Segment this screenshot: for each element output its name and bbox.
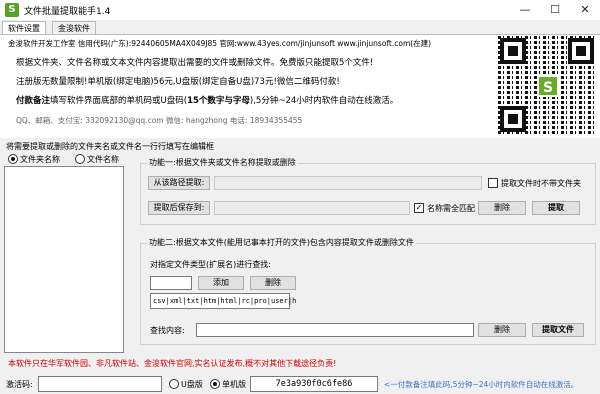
delete-ext-button[interactable]: 删除 [250, 276, 296, 290]
standalone-version-radio[interactable] [210, 379, 220, 389]
pricing-text: 注册版无数量限制!单机版(绑定电脑)56元,U盘版(绑定自备U盘)73元!微信二… [16, 77, 340, 87]
file-mode-radio[interactable] [75, 154, 85, 164]
qr-finder-bl [500, 106, 526, 132]
function1-title: 功能一:根据文件夹或文件名称提取或删除 [147, 157, 298, 168]
file-mode-label: 文件名称 [87, 155, 119, 164]
activation-code-input[interactable] [38, 376, 162, 392]
function2-title: 功能二:根据文本文件(能用记事本打开的文件)包含内容提取文件或删除文件 [147, 237, 416, 248]
exact-match-checkbox[interactable]: ✓ [414, 203, 424, 213]
no-folder-checkbox[interactable] [488, 178, 498, 188]
usb-version-label: U盘版 [181, 380, 203, 389]
machine-code-box[interactable]: 7e3a930f0c6fe86 [250, 376, 378, 392]
func2-extract-button[interactable]: 提取文件 [532, 323, 584, 337]
exact-match-label: 名称需全匹配 [427, 204, 475, 213]
qr-finder-tl [500, 38, 526, 64]
payment-note-bold: 付款备注 [16, 96, 51, 106]
minimize-icon[interactable]: — [510, 0, 540, 20]
app-logo-icon: S [5, 3, 19, 17]
maximize-icon[interactable]: ☐ [540, 0, 570, 20]
ext-input[interactable] [150, 276, 192, 290]
instruction-label: 将需要提取或删除的文件夹名或文件名一行行填写在编辑框 [6, 142, 214, 151]
save-to-input[interactable] [214, 201, 410, 215]
func2-delete-button[interactable]: 删除 [478, 323, 526, 337]
no-folder-label: 提取文件时不带文件夹 [501, 179, 581, 188]
company-info-text: 金浚软件开发工作室 信用代码(广东):92440605MA4X049J85 官网… [8, 39, 432, 48]
names-editbox[interactable] [4, 166, 124, 353]
contact-text: QQ、邮箱、支付宝: 332092130@qq.com 微信: hangzhon… [16, 116, 303, 125]
disclaimer-notice: 本软件只在华军软件园、非凡软件站、金浚软件官网,实名认证发布,概不对其他下载途径… [8, 359, 337, 368]
folder-mode-label: 文件夹名称 [20, 155, 60, 164]
standalone-version-label: 单机版 [222, 380, 246, 389]
close-icon[interactable]: ✕ [570, 0, 600, 20]
tab-settings[interactable]: 软件设置 [2, 21, 46, 34]
usb-version-radio[interactable] [169, 379, 179, 389]
folder-mode-radio[interactable] [8, 154, 18, 164]
payment-note-part-a: 填写软件界面底部的单机码或U盘码( [50, 96, 188, 106]
add-ext-button[interactable]: 添加 [198, 276, 244, 290]
payment-hint-text: <一付款备注填此码,5分钟~24小时内软件自动在线激活。 [384, 380, 579, 389]
activation-label: 激活码: [6, 380, 33, 389]
window-title: 文件批量提取能手1.4 [24, 7, 111, 17]
payment-note-bold2: 15个数字与字母 [187, 96, 250, 106]
from-path-input[interactable] [214, 176, 482, 190]
func1-extract-button[interactable]: 提取 [532, 201, 580, 215]
ext-list-box[interactable]: csv|xml|txt|htm|html|rc|pro|user|h [150, 293, 296, 309]
payment-note-part-b: ),5分钟~24小时内软件自动在线激活。 [249, 96, 399, 106]
save-to-button[interactable]: 提取后保存到: [148, 201, 210, 215]
search-content-label: 查找内容: [150, 326, 185, 335]
payment-note-text: 付款备注填写软件界面底部的单机码或U盘码(15个数字与字母),5分钟~24小时内… [16, 94, 398, 106]
search-content-input[interactable] [196, 323, 474, 337]
ext-label: 对指定文件类型(扩展名)进行查找: [150, 260, 271, 269]
description-text: 根据文件夹、文件名称或文本文件内容提取出需要的文件或删除文件。免费版只能提取5个… [16, 58, 374, 68]
qr-logo-icon: S [537, 75, 559, 97]
qr-finder-tr [568, 38, 594, 64]
func1-delete-button[interactable]: 删除 [478, 201, 526, 215]
tab-jinjun[interactable]: 金浚软件 [52, 21, 96, 34]
from-path-button[interactable]: 从该路径提取: [148, 176, 210, 190]
function1-group [140, 163, 596, 225]
